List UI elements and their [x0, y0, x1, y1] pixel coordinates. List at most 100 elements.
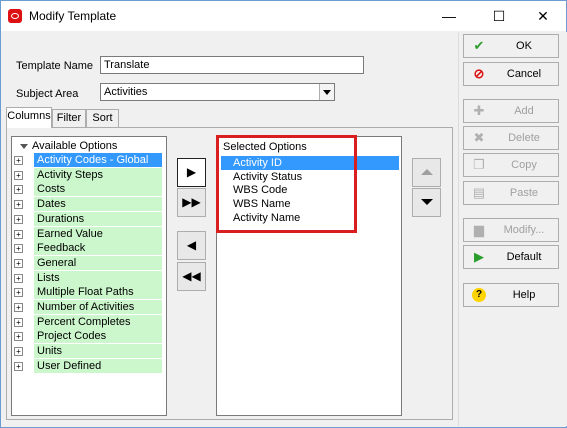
- move-up-button[interactable]: [412, 158, 441, 187]
- help-button[interactable]: ? Help: [463, 283, 559, 307]
- expand-plus-icon[interactable]: +: [14, 229, 23, 239]
- tree-item[interactable]: + User Defined: [12, 358, 162, 373]
- add-all-columns-button[interactable]: ▶▶: [177, 188, 206, 217]
- tree-item[interactable]: + Number of Activities: [12, 300, 162, 314]
- cancel-button[interactable]: ⊘ Cancel: [463, 62, 559, 86]
- subject-area-label: Subject Area: [16, 88, 79, 100]
- checkmark-icon: ✔: [473, 38, 485, 53]
- modify-button[interactable]: ▆ Modify...: [463, 218, 559, 242]
- expand-plus-icon[interactable]: +: [14, 347, 23, 357]
- play-triangle-icon: ▶: [474, 249, 484, 264]
- tree-item-label: Dates: [34, 197, 162, 212]
- tree-item-label: Feedback: [34, 241, 162, 256]
- arrow-down-icon: [420, 199, 433, 206]
- copy-button[interactable]: ❐ Copy: [463, 153, 559, 177]
- add-button[interactable]: ✚ Add: [463, 99, 559, 123]
- oracle-app-icon: [8, 9, 22, 23]
- available-options-header[interactable]: Available Options: [20, 140, 117, 152]
- tree-item[interactable]: + Project Codes: [12, 329, 162, 344]
- expand-plus-icon[interactable]: +: [14, 170, 23, 180]
- tree-item[interactable]: + Activity Codes - Global: [12, 153, 162, 167]
- tab-columns[interactable]: Columns: [6, 107, 52, 128]
- tree-item-label: Lists: [34, 270, 162, 285]
- expand-plus-icon[interactable]: +: [14, 273, 23, 283]
- tree-item[interactable]: + Units: [12, 344, 162, 359]
- tree-item[interactable]: + Multiple Float Paths: [12, 285, 162, 300]
- tree-item[interactable]: + General: [12, 255, 162, 270]
- tree-item-label: Activity Codes - Global: [34, 153, 162, 167]
- expand-plus-icon[interactable]: +: [14, 214, 23, 224]
- add-column-button[interactable]: ▶: [177, 158, 206, 187]
- help-icon: ?: [472, 288, 486, 302]
- expand-plus-icon[interactable]: +: [14, 200, 23, 210]
- tree-item-label: General: [34, 255, 162, 270]
- close-button[interactable]: ✕: [520, 1, 566, 31]
- tree-item[interactable]: + Dates: [12, 197, 162, 212]
- expand-plus-icon[interactable]: +: [14, 288, 23, 298]
- expand-plus-icon[interactable]: +: [14, 258, 23, 268]
- add-label: Add: [514, 105, 534, 117]
- ok-button[interactable]: ✔ OK: [463, 34, 559, 58]
- modify-icon: ▆: [474, 222, 484, 237]
- modify-template-dialog: Modify Template — ☐ ✕ Template Name Tran…: [0, 0, 567, 428]
- expand-plus-icon[interactable]: +: [14, 303, 23, 312]
- tree-item-label: Units: [34, 344, 162, 359]
- expand-plus-icon[interactable]: +: [14, 244, 23, 254]
- selected-options-highlight: [216, 135, 357, 233]
- available-options-header-label: Available Options: [32, 140, 118, 152]
- remove-column-button[interactable]: ◀: [177, 231, 206, 260]
- collapse-triangle-icon[interactable]: [20, 143, 28, 149]
- tree-item[interactable]: + Costs: [12, 182, 162, 197]
- cancel-label: Cancel: [506, 68, 542, 80]
- copy-label: Copy: [511, 159, 537, 171]
- available-options-tree[interactable]: Available Options + Activity Codes - Glob…: [11, 136, 167, 416]
- tree-item-label: Project Codes: [34, 329, 162, 344]
- tree-item[interactable]: + Percent Completes: [12, 314, 162, 329]
- minimize-button[interactable]: —: [426, 1, 472, 31]
- paste-icon: ▤: [472, 185, 486, 200]
- template-name-label: Template Name: [16, 60, 94, 72]
- window-title: Modify Template: [29, 9, 117, 23]
- tab-filter[interactable]: Filter: [52, 109, 86, 127]
- delete-icon: ✖: [473, 130, 485, 145]
- tree-item[interactable]: + Earned Value: [12, 226, 162, 241]
- tree-item[interactable]: + Lists: [12, 270, 162, 285]
- expand-plus-icon[interactable]: +: [14, 317, 23, 327]
- tree-item-label: Activity Steps: [34, 167, 162, 182]
- paste-button[interactable]: ▤ Paste: [463, 181, 559, 205]
- remove-all-columns-button[interactable]: ◀◀: [177, 262, 206, 291]
- tree-item-label: Earned Value: [34, 226, 162, 241]
- tree-item-label: Number of Activities: [34, 300, 162, 314]
- arrow-up-icon: [420, 169, 433, 176]
- subject-area-select[interactable]: Activities: [100, 83, 335, 101]
- action-button-panel: ✔ OK ⊘ Cancel ✚ Add ✖ Delete ❐ Copy ▤ Pa…: [458, 32, 567, 426]
- paste-label: Paste: [509, 187, 539, 199]
- default-button[interactable]: ▶ Default: [463, 245, 559, 269]
- chevron-down-icon[interactable]: [319, 84, 334, 100]
- move-down-button[interactable]: [412, 188, 441, 217]
- delete-label: Delete: [508, 132, 540, 144]
- delete-button[interactable]: ✖ Delete: [463, 126, 559, 150]
- default-label: Default: [506, 251, 542, 263]
- tab-sort[interactable]: Sort: [86, 109, 119, 127]
- expand-plus-icon[interactable]: +: [14, 361, 23, 371]
- modify-label: Modify...: [503, 224, 545, 236]
- tree-item-label: Multiple Float Paths: [34, 285, 162, 300]
- tree-item[interactable]: + Activity Steps: [12, 167, 162, 182]
- ok-label: OK: [516, 40, 532, 52]
- tree-item[interactable]: + Feedback: [12, 241, 162, 256]
- help-label: Help: [512, 289, 536, 301]
- title-bar: Modify Template — ☐ ✕: [1, 1, 566, 31]
- tree-item[interactable]: + Durations: [12, 211, 162, 226]
- subject-area-value: Activities: [104, 86, 148, 98]
- expand-plus-icon[interactable]: +: [14, 332, 23, 342]
- copy-icon: ❐: [473, 157, 485, 172]
- template-name-input[interactable]: Translate: [100, 56, 364, 74]
- add-icon: ✚: [473, 103, 485, 118]
- tree-item-label: Costs: [34, 182, 162, 197]
- expand-plus-icon[interactable]: +: [14, 185, 23, 195]
- expand-plus-icon[interactable]: +: [14, 156, 23, 165]
- cancel-icon: ⊘: [473, 66, 485, 81]
- maximize-button[interactable]: ☐: [476, 1, 522, 31]
- tree-item-label: Percent Completes: [34, 314, 162, 329]
